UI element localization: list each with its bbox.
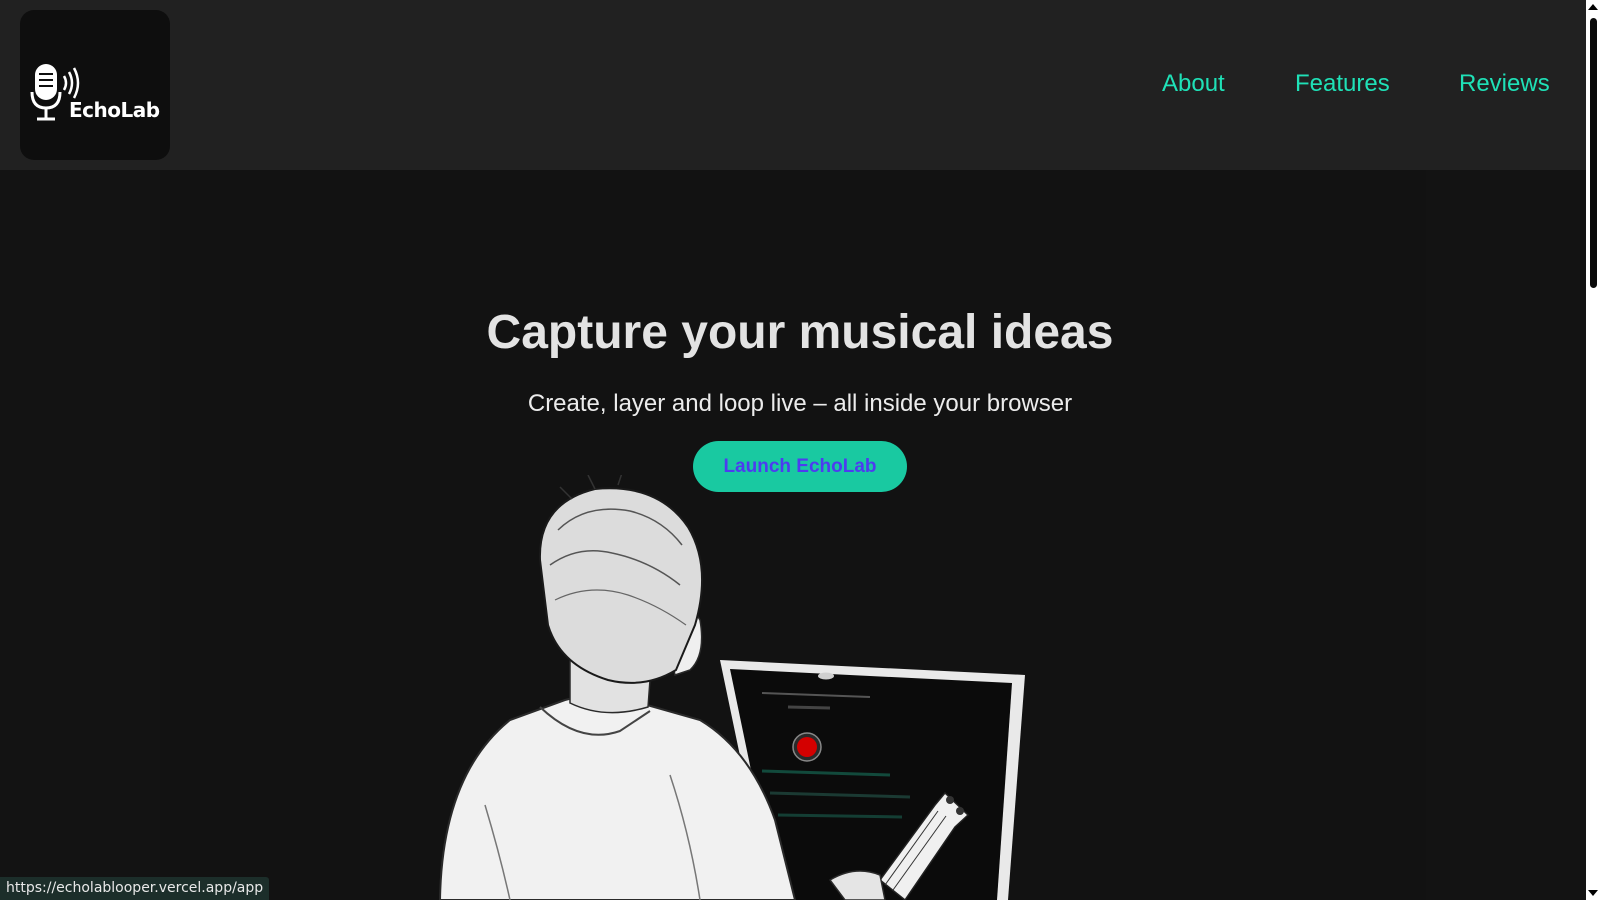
nav-reviews-link[interactable]: Reviews	[1459, 70, 1550, 98]
hero-title: Capture your musical ideas	[486, 306, 1114, 359]
nav-features-link[interactable]: Features	[1295, 70, 1390, 98]
site-header: EchoLab About Features Reviews	[0, 0, 1586, 170]
scroll-up-arrow-icon[interactable]	[1588, 4, 1598, 10]
hero-subtitle: Create, layer and loop live – all inside…	[527, 390, 1073, 417]
nav-about-link[interactable]: About	[1162, 70, 1225, 98]
echolab-logo[interactable]: EchoLab	[20, 10, 170, 160]
status-bar-link-preview: https://echolablooper.vercel.app/app	[0, 877, 270, 900]
logo-wordmark: EchoLab	[69, 98, 160, 122]
record-button-icon	[792, 732, 822, 762]
vertical-scrollbar[interactable]	[1586, 0, 1600, 900]
scrollbar-thumb[interactable]	[1590, 18, 1597, 288]
musician-laptop-illustration	[438, 475, 1025, 900]
scroll-down-arrow-icon[interactable]	[1588, 890, 1598, 896]
